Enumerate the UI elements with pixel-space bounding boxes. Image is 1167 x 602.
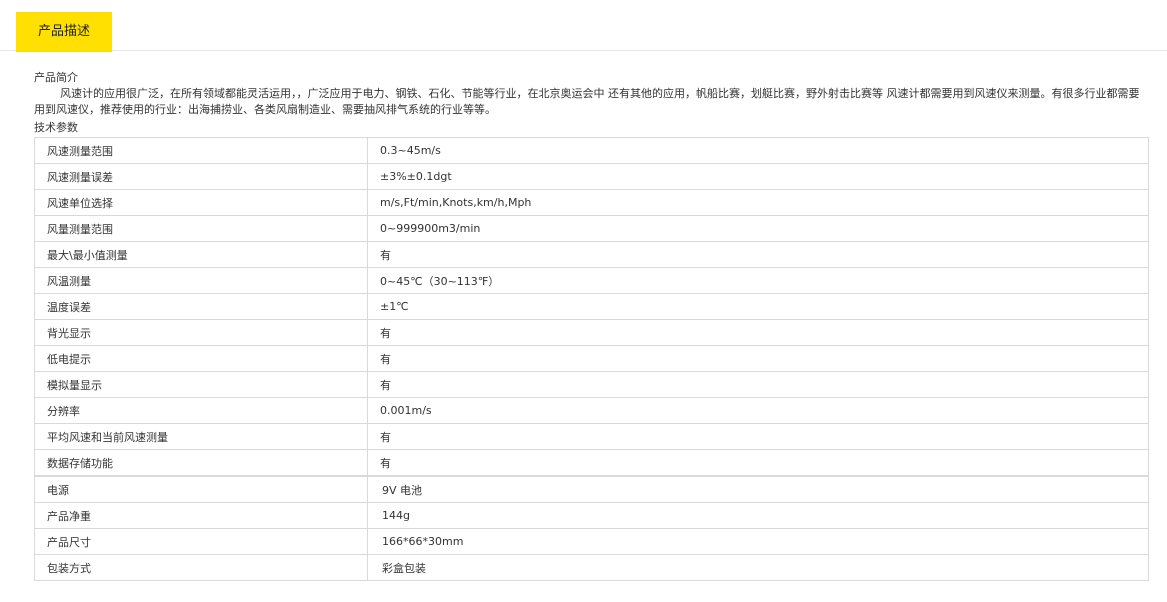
spec-value: 144g xyxy=(367,502,1149,529)
spec-value: m/s,Ft/min,Knots,km/h,Mph xyxy=(367,189,1149,216)
spec-name: 低电提示 xyxy=(34,345,368,372)
table-row: 模拟量显示 有 xyxy=(34,371,1149,398)
spec-value: 有 xyxy=(367,241,1149,268)
table-row: 数据存储功能 有 xyxy=(34,449,1149,477)
table-row: 平均风速和当前风速测量 有 xyxy=(34,423,1149,450)
spec-name: 模拟量显示 xyxy=(34,371,368,398)
spec-value: 0.001m/s xyxy=(367,397,1149,424)
spec-value: 9V 电池 xyxy=(367,475,1149,503)
table-row: 风速测量范围 0.3~45m/s xyxy=(34,137,1149,164)
spec-value: 0~45℃（30~113℉） xyxy=(367,267,1149,294)
spec-name: 风温测量 xyxy=(34,267,368,294)
table-row: 温度误差 ±1℃ xyxy=(34,293,1149,320)
specs-heading: 技术参数 xyxy=(34,121,78,134)
spec-name: 风速单位选择 xyxy=(34,189,368,216)
spec-value: 有 xyxy=(367,371,1149,398)
tab-bar: 产品描述 xyxy=(0,0,1167,52)
spec-name: 风速测量范围 xyxy=(34,137,368,164)
spec-value: 有 xyxy=(367,319,1149,346)
intro-heading: 产品简介 xyxy=(34,71,78,84)
spec-name: 产品尺寸 xyxy=(34,528,368,555)
spec-value: 0.3~45m/s xyxy=(367,137,1149,164)
table-row: 风温测量 0~45℃（30~113℉） xyxy=(34,267,1149,294)
spec-value: ±3%±0.1dgt xyxy=(367,163,1149,190)
table-row: 产品尺寸 166*66*30mm xyxy=(34,528,1149,555)
specs-table: 风速测量范围 0.3~45m/s 风速测量误差 ±3%±0.1dgt 风速单位选… xyxy=(34,137,1149,581)
spec-name: 电源 xyxy=(34,475,368,503)
spec-value: 彩盒包装 xyxy=(367,554,1149,581)
spec-name: 背光显示 xyxy=(34,319,368,346)
spec-name: 数据存储功能 xyxy=(34,449,368,477)
table-row: 电源 9V 电池 xyxy=(34,475,1149,503)
spec-value: 166*66*30mm xyxy=(367,528,1149,555)
spec-name: 风速测量误差 xyxy=(34,163,368,190)
table-row: 包装方式 彩盒包装 xyxy=(34,554,1149,581)
spec-value: 有 xyxy=(367,423,1149,450)
spec-name: 包装方式 xyxy=(34,554,368,581)
spec-value: ±1℃ xyxy=(367,293,1149,320)
spec-value: 有 xyxy=(367,449,1149,477)
spec-value: 有 xyxy=(367,345,1149,372)
intro-paragraph: 风速计的应用很广泛，在所有领域都能灵活运用，，广泛应用于电力、钢铁、石化、节能等… xyxy=(34,87,1140,116)
tab-product-description[interactable]: 产品描述 xyxy=(16,12,112,52)
table-row: 风速测量误差 ±3%±0.1dgt xyxy=(34,163,1149,190)
table-row: 最大\最小值测量 有 xyxy=(34,241,1149,268)
table-row: 产品净重 144g xyxy=(34,502,1149,529)
table-row: 分辨率 0.001m/s xyxy=(34,397,1149,424)
table-row: 风量测量范围 0~999900m3/min xyxy=(34,215,1149,242)
spec-name: 产品净重 xyxy=(34,502,368,529)
spec-name: 风量测量范围 xyxy=(34,215,368,242)
table-row: 风速单位选择 m/s,Ft/min,Knots,km/h,Mph xyxy=(34,189,1149,216)
table-row: 低电提示 有 xyxy=(34,345,1149,372)
spec-name: 分辨率 xyxy=(34,397,368,424)
spec-name: 温度误差 xyxy=(34,293,368,320)
table-row: 背光显示 有 xyxy=(34,319,1149,346)
spec-name: 最大\最小值测量 xyxy=(34,241,368,268)
spec-name: 平均风速和当前风速测量 xyxy=(34,423,368,450)
product-description-panel: 产品简介 风速计的应用很广泛，在所有领域都能灵活运用，，广泛应用于电力、钢铁、石… xyxy=(34,70,1149,581)
spec-value: 0~999900m3/min xyxy=(367,215,1149,242)
